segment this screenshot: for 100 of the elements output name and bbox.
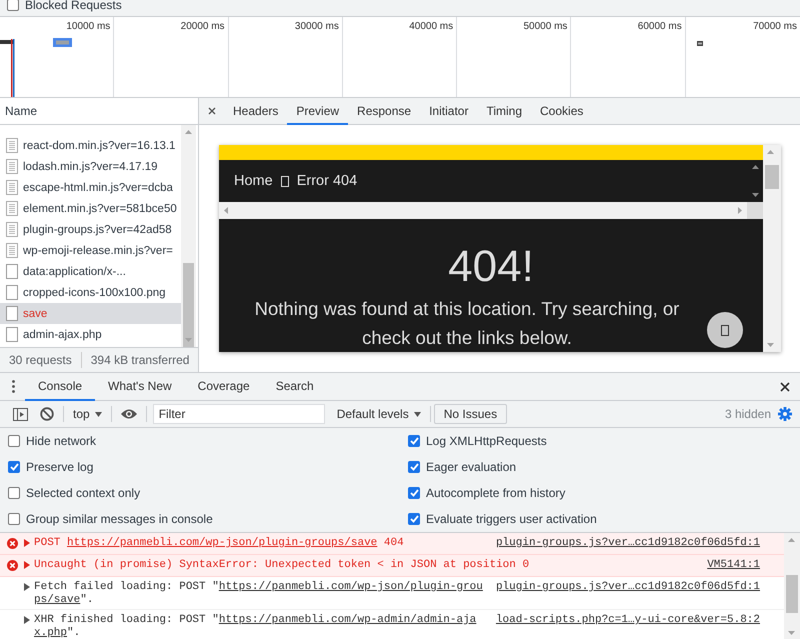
close-icon — [780, 382, 790, 392]
sidebar-icon — [13, 408, 28, 420]
error-message: Nothing was found at this location. Try searching, or check out the links below. — [254, 297, 680, 350]
request-name: cropped-icons-100x100.png — [23, 286, 166, 298]
issues-button[interactable]: No Issues — [434, 404, 508, 424]
document-icon — [6, 159, 18, 174]
time-tick-label: 30000 ms — [294, 21, 339, 32]
console-message: POST https://panmebli.com/wp-json/plugin-groups/save 404 — [34, 537, 405, 550]
tab[interactable]: Initiator — [420, 98, 478, 125]
request-name: lodash.min.js?ver=4.17.19 — [23, 160, 158, 172]
request-count: 30 requests — [9, 353, 72, 367]
setting-label: Log XMLHttpRequests — [426, 434, 547, 448]
expand-triangle-icon[interactable] — [24, 616, 30, 624]
source-link[interactable]: VM5141:1 — [707, 559, 760, 572]
checkbox[interactable] — [8, 487, 20, 499]
more-icon — [12, 380, 15, 393]
setting-label: Hide network — [26, 434, 96, 448]
request-row[interactable]: react-dom.min.js?ver=16.13.1 — [0, 135, 181, 156]
scrollbar-thumb[interactable] — [786, 575, 798, 613]
request-name: plugin-groups.js?ver=42ad58 — [23, 224, 172, 236]
time-tick-label: 10000 ms — [66, 21, 110, 32]
scrollbar[interactable] — [784, 533, 800, 639]
source-link[interactable]: load-scripts.php?c=1…y-ui-core&ver=5.8:2 — [496, 614, 760, 627]
request-row[interactable]: plugin-groups.js?ver=42ad58 — [0, 219, 181, 240]
checkbox[interactable] — [8, 513, 20, 525]
scrollbar[interactable] — [181, 125, 196, 347]
document-icon — [6, 243, 18, 258]
setting-label: Selected context only — [26, 486, 140, 500]
tab[interactable]: Headers — [224, 98, 288, 125]
error-heading: 404! — [448, 242, 534, 292]
source-link[interactable]: plugin-groups.js?ver…cc1d9182c0f06d5fd:1 — [496, 581, 760, 594]
time-tick-label: 60000 ms — [638, 21, 682, 32]
tab[interactable]: Preview — [287, 98, 348, 125]
transfer-size: 394 kB transferred — [90, 353, 190, 367]
setting-label: Autocomplete from history — [426, 486, 566, 500]
time-tick-label: 70000 ms — [753, 21, 797, 32]
box-icon — [721, 324, 729, 336]
request-row[interactable]: wp-emoji-release.min.js?ver= — [0, 240, 181, 261]
time-tick-label: 40000 ms — [409, 21, 454, 32]
tab[interactable]: Timing — [477, 98, 532, 125]
file-icon — [6, 327, 18, 342]
tab[interactable]: What's New — [95, 373, 185, 401]
request-name: escape-html.min.js?ver=dcba — [23, 182, 173, 194]
checkbox[interactable] — [7, 0, 19, 11]
time-tick-label: 50000 ms — [524, 21, 568, 32]
document-icon — [6, 180, 18, 195]
context-dropdown[interactable]: top — [67, 404, 108, 424]
scrollbar-thumb[interactable] — [183, 263, 194, 347]
request-row[interactable]: escape-html.min.js?ver=dcba — [0, 177, 181, 198]
eye-icon — [120, 409, 137, 419]
scrollbar-corner — [747, 202, 763, 219]
request-row[interactable]: data:application/x-... — [0, 261, 181, 282]
tab[interactable]: Response — [348, 98, 420, 125]
expand-triangle-icon[interactable] — [24, 561, 30, 569]
breadcrumb-link[interactable]: Error 404 — [296, 173, 358, 189]
checkbox[interactable] — [8, 435, 20, 447]
setting-label: Eager evaluation — [426, 460, 516, 474]
close-icon — [208, 107, 216, 115]
tab[interactable]: Coverage — [184, 373, 263, 401]
tab[interactable]: Console — [25, 373, 96, 401]
block-icon — [40, 407, 54, 421]
checkbox[interactable] — [8, 461, 20, 473]
box-icon — [280, 176, 289, 186]
error-icon — [6, 538, 18, 549]
scrollbar-thumb[interactable] — [765, 165, 779, 189]
checkbox[interactable] — [408, 461, 420, 473]
breadcrumb-link[interactable]: Home — [234, 173, 273, 189]
console-message: XHR finished loading: POST "https://panmebli.com/wp-admin/admin-ajax.php". — [34, 614, 478, 639]
tab[interactable]: Search — [262, 373, 327, 401]
request-name: admin-ajax.php — [23, 328, 102, 340]
request-name: save — [23, 308, 48, 320]
file-icon — [6, 285, 18, 300]
column-header[interactable]: Name — [5, 104, 38, 118]
error-icon — [6, 560, 18, 571]
scrollbar[interactable] — [763, 145, 781, 352]
request-name: element.min.js?ver=581bce50 — [23, 202, 177, 214]
checkbox[interactable] — [408, 435, 420, 447]
checkbox[interactable] — [408, 487, 420, 499]
console-message: Fetch failed loading: POST "https://panmebli.com/wp-json/plugin-groups/save". — [34, 581, 484, 607]
expand-triangle-icon[interactable] — [24, 539, 30, 547]
source-link[interactable]: plugin-groups.js?ver…cc1d9182c0f06d5fd:1 — [496, 537, 760, 550]
hidden-count: 3 hidden — [724, 407, 771, 421]
checkbox-label: Blocked Requests — [25, 0, 122, 12]
request-row[interactable]: cropped-icons-100x100.png — [0, 282, 181, 303]
tab[interactable]: Cookies — [531, 98, 592, 125]
setting-label: Evaluate triggers user activation — [426, 512, 597, 526]
request-row[interactable]: element.min.js?ver=581bce50 — [0, 198, 181, 219]
request-name: react-dom.min.js?ver=16.13.1 — [23, 140, 176, 152]
setting-label: Preserve log — [26, 460, 94, 474]
levels-dropdown[interactable]: Default levels — [330, 404, 427, 424]
file-icon — [6, 306, 18, 321]
checkbox[interactable] — [408, 513, 420, 525]
filter-field[interactable]: Filter — [152, 404, 325, 424]
request-row[interactable]: lodash.min.js?ver=4.17.19 — [0, 156, 181, 177]
time-tick-label: 20000 ms — [180, 21, 225, 32]
request-name: wp-emoji-release.min.js?ver= — [23, 244, 173, 256]
expand-triangle-icon[interactable] — [24, 583, 30, 591]
console-message: Uncaught (in promise) SyntaxError: Unexpected token < in JSON at position 0 — [34, 559, 530, 572]
caret-icon — [414, 412, 421, 416]
request-row[interactable]: admin-ajax.php — [0, 324, 181, 345]
